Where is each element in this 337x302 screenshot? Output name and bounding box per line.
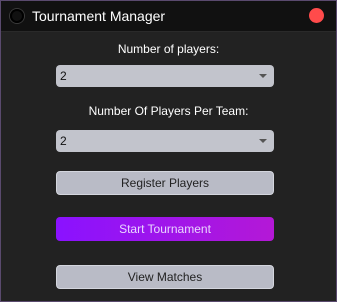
per-team-select[interactable]: 2 [56,130,274,152]
register-players-button[interactable]: Register Players [56,171,274,195]
start-tournament-button[interactable]: Start Tournament [56,217,274,241]
app-window: Tournament Manager Number of players: 2 … [0,0,337,302]
window-title: Tournament Manager [32,8,166,24]
app-icon [10,9,24,23]
close-button[interactable] [309,8,324,23]
chevron-down-icon [259,139,267,143]
players-select-value: 2 [60,69,67,83]
players-label: Number of players: [117,42,220,56]
view-matches-button[interactable]: View Matches [56,265,274,289]
per-team-label: Number Of Players Per Team: [88,104,249,118]
per-team-select-value: 2 [60,134,67,148]
players-select[interactable]: 2 [56,65,274,87]
chevron-down-icon [259,74,267,78]
title-bar: Tournament Manager [1,1,336,32]
